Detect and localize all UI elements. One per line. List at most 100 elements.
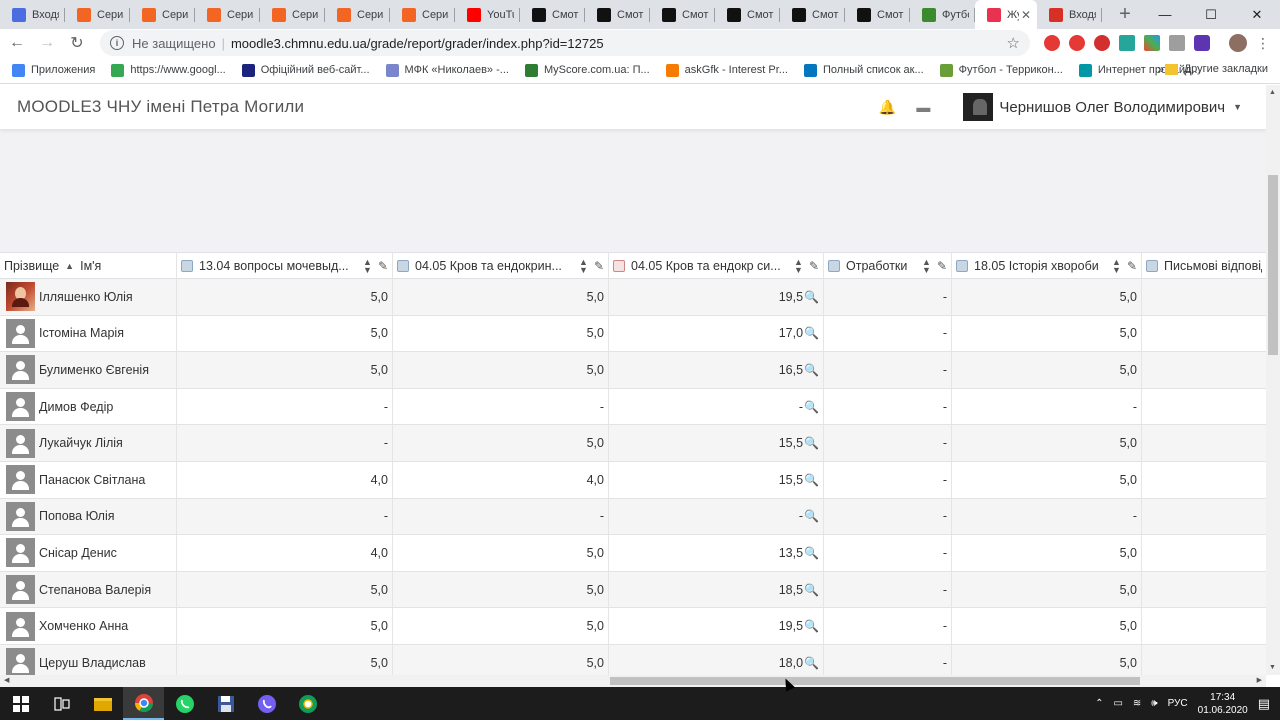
grade-cell[interactable]: 5,0 — [952, 571, 1142, 608]
grade-cell[interactable]: 5,0 — [393, 352, 609, 388]
grade-cell[interactable]: 5,0 — [952, 644, 1142, 675]
grade-item-header[interactable]: 13.04 вопросы мочевыд... ▲ ▼ ✎ — [177, 253, 393, 279]
grade-cell[interactable]: - — [824, 352, 952, 388]
chrome-alt-icon[interactable] — [287, 687, 328, 720]
user-icon[interactable] — [6, 575, 35, 605]
student-name-link[interactable]: Булименко Євгенія — [39, 363, 149, 377]
grade-cell[interactable] — [1142, 462, 1266, 498]
grade-cell[interactable]: - 🔍 — [609, 388, 824, 425]
scroll-up-icon[interactable]: ▲ — [1269, 89, 1276, 96]
grade-cell[interactable]: - — [177, 498, 393, 535]
task-view-icon[interactable] — [41, 687, 82, 720]
student-name-link[interactable]: Степанова Валерія — [39, 583, 151, 597]
student-name-link[interactable]: Істоміна Марія — [39, 326, 124, 340]
adblock-icon[interactable] — [1094, 35, 1110, 51]
edit-pencil-icon[interactable]: ✎ — [1127, 259, 1137, 273]
maximize-icon[interactable]: ☐ — [1188, 0, 1234, 29]
user-icon[interactable] — [6, 318, 35, 348]
grade-cell[interactable]: 5,0 — [952, 608, 1142, 644]
browser-tab[interactable]: Жу✕ — [975, 0, 1037, 29]
grade-cell[interactable]: - — [824, 461, 952, 498]
grade-cell[interactable]: 16,5 🔍 — [609, 352, 824, 388]
grade-item-title[interactable]: 04.05 Кров та ендокр си... — [631, 259, 781, 273]
wifi-icon[interactable]: ≋ — [1133, 698, 1141, 709]
magnifier-icon[interactable]: 🔍 — [804, 619, 819, 633]
grade-cell[interactable]: 15,5 🔍 — [609, 461, 824, 498]
sort-icon[interactable]: ▲ ▼ — [363, 258, 372, 275]
grade-cell[interactable] — [1142, 389, 1266, 425]
vertical-scroll-thumb[interactable] — [1268, 175, 1278, 355]
grade-cell[interactable]: 5,0 — [393, 535, 609, 571]
grade-cell[interactable]: 5,0 — [952, 425, 1142, 461]
browser-tab[interactable]: Смотр — [845, 0, 910, 29]
user-icon[interactable] — [6, 501, 35, 531]
close-tab-icon[interactable]: ✕ — [1021, 8, 1031, 22]
grade-cell[interactable]: 4,0 — [177, 535, 393, 571]
browser-tab[interactable]: Футбо — [910, 0, 975, 29]
menu-icon[interactable]: ⋮ — [1256, 35, 1270, 52]
grade-cell[interactable] — [1142, 316, 1266, 352]
sort-icon[interactable]: ▲ ▼ — [1112, 258, 1121, 275]
grade-item-title[interactable]: 18.05 Історія хвороби — [974, 259, 1099, 273]
user-icon[interactable] — [6, 355, 35, 385]
grade-item-title[interactable]: Письмові відповіді — [1164, 259, 1262, 273]
grade-cell[interactable]: 15,5 🔍 — [609, 425, 824, 461]
scroll-down-icon[interactable]: ▼ — [1269, 664, 1276, 671]
magnifier-icon[interactable]: 🔍 — [804, 656, 819, 670]
user-icon[interactable] — [6, 392, 35, 422]
browser-tab[interactable]: Сериал — [65, 0, 130, 29]
student-name-link[interactable]: Ілляшенко Юлія — [39, 290, 133, 304]
extension-icon[interactable] — [1144, 35, 1160, 51]
grade-cell[interactable]: - — [824, 279, 952, 315]
grade-cell[interactable] — [1142, 499, 1266, 535]
magnifier-icon[interactable]: 🔍 — [804, 473, 819, 487]
user-icon[interactable] — [6, 465, 35, 495]
browser-tab[interactable]: Входящ — [0, 0, 65, 29]
grade-cell[interactable] — [1142, 608, 1266, 644]
grade-cell[interactable]: - — [177, 388, 393, 425]
grade-cell[interactable]: 5,0 — [952, 352, 1142, 388]
grade-cell[interactable]: 5,0 — [393, 279, 609, 315]
scroll-left-icon[interactable]: ◀ — [4, 676, 9, 684]
grade-cell[interactable]: - 🔍 — [609, 498, 824, 535]
site-name[interactable]: MOODLE3 ЧНУ імені Петра Могили — [17, 97, 304, 117]
sort-icon[interactable]: ▲ ▼ — [922, 258, 931, 275]
scroll-right-icon[interactable]: ▶ — [1257, 676, 1262, 684]
grade-cell[interactable]: 4,0 — [393, 461, 609, 498]
grade-cell[interactable] — [1142, 645, 1266, 675]
new-tab-button[interactable]: + — [1110, 0, 1140, 29]
grade-cell[interactable]: 5,0 — [393, 644, 609, 675]
save-icon[interactable] — [205, 687, 246, 720]
address-bar[interactable]: i Не защищено | moodle3.chmnu.edu.ua/gra… — [100, 30, 1030, 56]
windows-start-icon[interactable] — [0, 687, 41, 720]
messages-icon[interactable]: ▬ — [915, 99, 931, 115]
grade-cell[interactable]: - — [952, 388, 1142, 425]
user-icon[interactable] — [6, 428, 35, 458]
grade-item-header[interactable]: Письмові відповіді — [1142, 253, 1266, 279]
bookmark-item[interactable]: MyScore.com.ua: П... — [524, 63, 650, 77]
grade-cell[interactable]: - — [824, 571, 952, 608]
grade-cell[interactable]: 5,0 — [952, 535, 1142, 571]
user-icon[interactable] — [6, 611, 35, 641]
other-bookmarks[interactable]: Другие закладки — [1164, 63, 1268, 75]
extension-icon[interactable] — [1169, 35, 1185, 51]
magnifier-icon[interactable]: 🔍 — [804, 290, 819, 304]
user-menu[interactable]: Чернишов Олег Володимирович ▼ — [963, 93, 1242, 121]
student-name-link[interactable]: Церуш Владислав — [39, 656, 146, 670]
magnifier-icon[interactable]: 🔍 — [804, 546, 819, 560]
browser-tab[interactable]: Сериал — [325, 0, 390, 29]
grade-cell[interactable] — [1142, 279, 1266, 315]
grade-item-header[interactable]: Отработки ▲ ▼ ✎ — [824, 253, 952, 279]
browser-tab[interactable]: Смотр — [585, 0, 650, 29]
grade-item-title[interactable]: Отработки — [846, 259, 907, 273]
edit-pencil-icon[interactable]: ✎ — [378, 259, 388, 273]
student-name-link[interactable]: Попова Юлія — [39, 509, 115, 523]
battery-icon[interactable]: ▭ — [1113, 698, 1122, 709]
grade-cell[interactable]: - — [393, 388, 609, 425]
grade-cell[interactable]: 5,0 — [177, 315, 393, 352]
grade-cell[interactable]: 17,0 🔍 — [609, 315, 824, 352]
bookmark-star-icon[interactable]: ☆ — [1007, 34, 1020, 52]
grade-cell[interactable]: 5,0 — [393, 608, 609, 644]
magnifier-icon[interactable]: 🔍 — [804, 363, 819, 377]
bookmark-item[interactable]: https://www.googl... — [111, 63, 226, 77]
